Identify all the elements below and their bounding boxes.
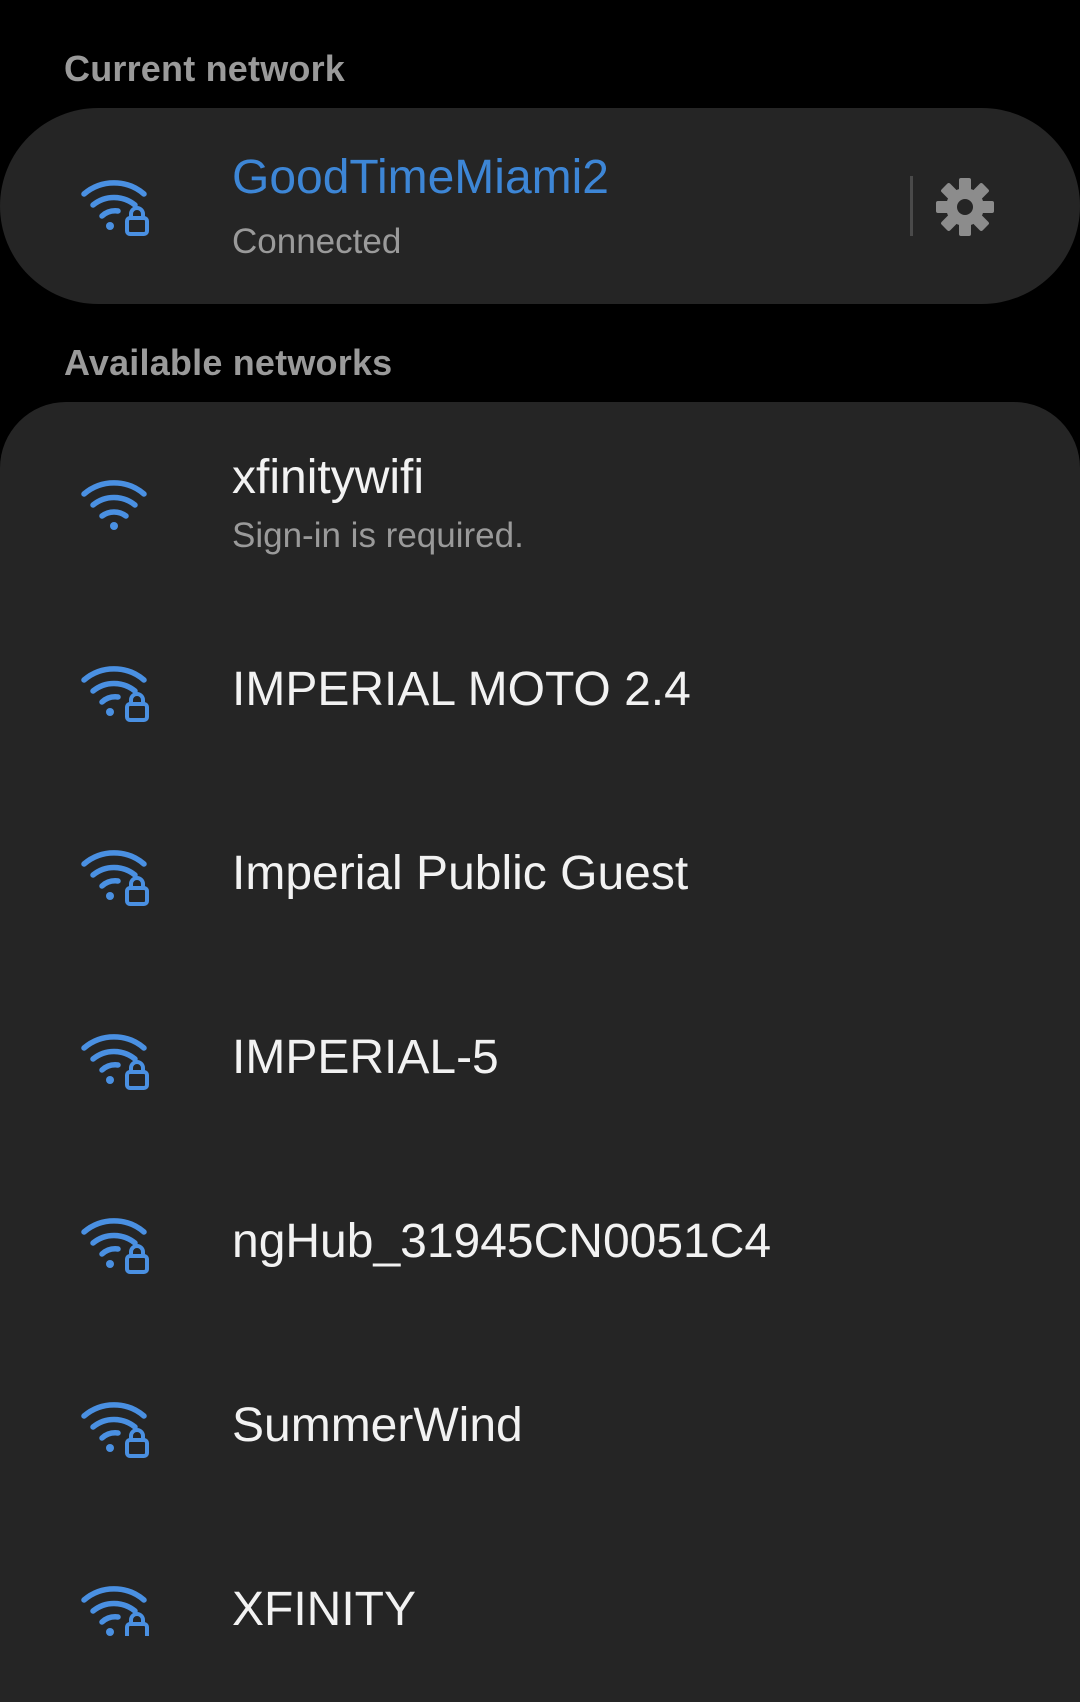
- current-network-header: Current network: [64, 48, 346, 89]
- network-name: xfinitywifi: [232, 451, 425, 504]
- wifi-lock-icon: [81, 1034, 149, 1090]
- network-name: Imperial Public Guest: [232, 847, 689, 900]
- wifi-lock-icon: [81, 1218, 149, 1274]
- current-network-name: GoodTimeMiami2: [232, 151, 609, 204]
- network-subtitle: Sign-in is required.: [232, 516, 524, 555]
- network-name: XFINITY: [232, 1583, 417, 1636]
- network-name: IMPERIAL MOTO 2.4: [232, 663, 691, 716]
- available-networks-header: Available networks: [64, 342, 393, 383]
- wifi-lock-icon: [81, 666, 149, 722]
- network-row-summerwind[interactable]: SummerWind: [0, 1336, 1080, 1516]
- wifi-icon: [81, 480, 147, 530]
- gear-icon[interactable]: [930, 172, 1000, 242]
- network-name: IMPERIAL-5: [232, 1031, 499, 1084]
- current-network-row[interactable]: GoodTimeMiami2 Connected: [0, 108, 1080, 304]
- network-row-imperial-5[interactable]: IMPERIAL-5: [0, 968, 1080, 1148]
- network-row-xfinitywifi[interactable]: xfinitywifi Sign-in is required.: [0, 430, 1080, 590]
- settings-divider: [910, 176, 913, 236]
- wifi-lock-icon: [81, 1586, 149, 1636]
- current-network-status: Connected: [232, 222, 402, 261]
- wifi-lock-icon: [81, 1402, 149, 1458]
- network-row-nghub[interactable]: ngHub_31945CN0051C4: [0, 1152, 1080, 1332]
- wifi-lock-icon: [81, 850, 149, 906]
- network-name: SummerWind: [232, 1399, 523, 1452]
- network-row-xfinity[interactable]: XFINITY: [0, 1520, 1080, 1636]
- network-row-imperial-moto[interactable]: IMPERIAL MOTO 2.4: [0, 600, 1080, 780]
- wifi-lock-icon: [81, 180, 149, 236]
- network-name: ngHub_31945CN0051C4: [232, 1215, 772, 1268]
- network-row-imperial-public-guest[interactable]: Imperial Public Guest: [0, 784, 1080, 964]
